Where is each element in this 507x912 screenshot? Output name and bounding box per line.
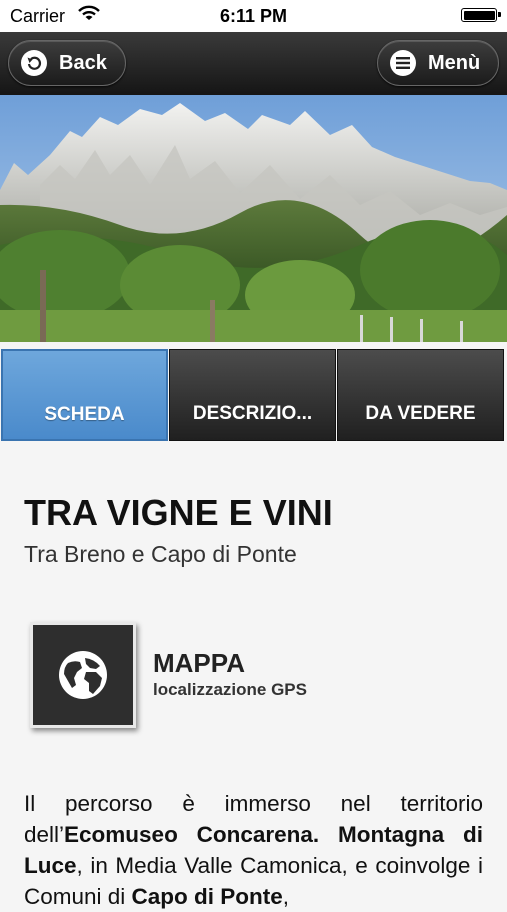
map-subtitle: localizzazione GPS [153, 680, 307, 699]
menu-button[interactable]: Menù [377, 40, 499, 86]
paragraph-bold-text: Capo di Ponte [131, 884, 283, 909]
page-subtitle: Tra Breno e Capo di Ponte [24, 541, 297, 567]
page-title: TRA VIGNE E VINI [24, 492, 333, 533]
description-paragraph: Il percorso è immerso nel territorio del… [24, 788, 483, 912]
menu-label: Menù [428, 51, 481, 74]
back-arrow-icon [21, 50, 47, 76]
back-button[interactable]: Back [8, 40, 126, 86]
tab-bar: SCHEDA DESCRIZIO... DA VEDERE [0, 346, 507, 442]
back-label: Back [59, 51, 107, 74]
tab-descrizione[interactable]: DESCRIZIO... [169, 349, 336, 441]
battery-icon [461, 8, 501, 22]
nav-bar: Back Menù [0, 32, 507, 96]
hero-image [0, 95, 507, 342]
hamburger-icon [390, 50, 416, 76]
mountain-vineyard-photo [0, 95, 507, 342]
map-label[interactable]: MAPPA localizzazione GPS [153, 648, 307, 700]
clock: 6:11 PM [219, 6, 288, 26]
map-title: MAPPA [153, 648, 245, 678]
paragraph-text: , [282, 884, 290, 909]
globe-icon [59, 651, 107, 699]
tab-scheda[interactable]: SCHEDA [1, 349, 168, 441]
tab-da-vedere[interactable]: DA VEDERE [337, 349, 504, 441]
status-bar: Carrier 6:11 PM [0, 0, 507, 32]
map-button[interactable] [30, 622, 136, 728]
